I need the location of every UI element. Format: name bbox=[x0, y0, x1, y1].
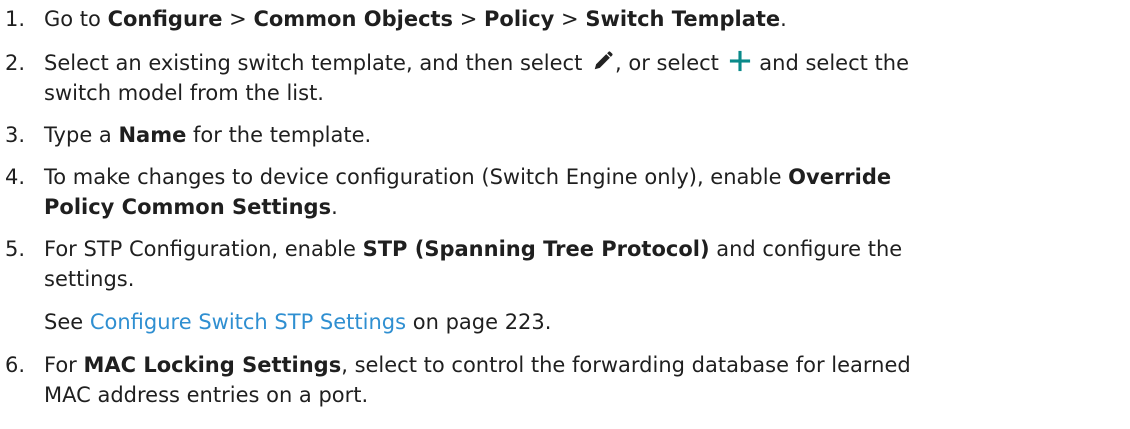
plus-icon bbox=[729, 50, 750, 72]
step-text: Type a Name for the template. bbox=[44, 120, 371, 150]
path-separator: > bbox=[222, 7, 254, 31]
field-name-label: Name bbox=[118, 123, 187, 147]
path-separator: > bbox=[453, 7, 485, 31]
text-segment: for the template. bbox=[186, 123, 372, 147]
step-text: Select an existing switch template, and … bbox=[44, 48, 909, 78]
see-also-text: See Configure Switch STP Settings on pag… bbox=[44, 307, 551, 337]
step-number: 4. bbox=[5, 165, 26, 189]
text-segment: Select an existing switch template, and … bbox=[44, 51, 590, 75]
menu-path-configure: Configure bbox=[107, 7, 223, 31]
step-text: To make changes to device configuration … bbox=[44, 162, 891, 192]
step-text: settings. bbox=[44, 267, 135, 291]
text-segment: . bbox=[780, 7, 787, 31]
text-segment: on page 223. bbox=[406, 310, 552, 334]
step-text: Policy Common Settings. bbox=[44, 192, 338, 222]
step-number: 2. bbox=[5, 51, 26, 75]
setting-override-label: Override bbox=[788, 165, 892, 189]
text-segment: and configure the bbox=[709, 237, 903, 261]
pencil-icon bbox=[594, 51, 613, 70]
text-segment: , select to control the forwarding datab… bbox=[341, 353, 911, 377]
setting-mac-locking-label: MAC Locking Settings bbox=[83, 353, 342, 377]
step-number: 1. bbox=[5, 7, 26, 31]
step-text: For MAC Locking Settings, select to cont… bbox=[44, 350, 911, 380]
step-number: 3. bbox=[5, 123, 26, 147]
step-text: MAC address entries on a port. bbox=[44, 383, 369, 407]
text-segment: For bbox=[44, 353, 84, 377]
step-number: 5. bbox=[5, 237, 26, 261]
text-segment: . bbox=[331, 195, 338, 219]
step-number: 6. bbox=[5, 353, 26, 377]
configure-stp-settings-link[interactable]: Configure Switch STP Settings bbox=[90, 310, 406, 334]
procedure-steps: 1. Go to Configure > Common Objects > Po… bbox=[0, 0, 1130, 429]
text-segment: , or select bbox=[615, 51, 726, 75]
path-separator: > bbox=[554, 7, 586, 31]
text-segment: and select the bbox=[752, 51, 909, 75]
text-segment: To make changes to device configuration … bbox=[44, 165, 789, 189]
menu-path-policy: Policy bbox=[484, 7, 555, 31]
menu-path-switch-template: Switch Template bbox=[585, 7, 781, 31]
step-text: For STP Configuration, enable STP (Spann… bbox=[44, 234, 902, 264]
menu-path-common-objects: Common Objects bbox=[253, 7, 454, 31]
setting-policy-common-label: Policy Common Settings bbox=[44, 195, 332, 219]
setting-stp-label: STP (Spanning Tree Protocol) bbox=[362, 237, 710, 261]
text-segment: Type a bbox=[44, 123, 119, 147]
step-text: switch model from the list. bbox=[44, 81, 324, 105]
step-text: Go to Configure > Common Objects > Polic… bbox=[44, 4, 787, 34]
text-segment: Go to bbox=[44, 7, 108, 31]
text-segment: See bbox=[44, 310, 90, 334]
text-segment: For STP Configuration, enable bbox=[44, 237, 363, 261]
